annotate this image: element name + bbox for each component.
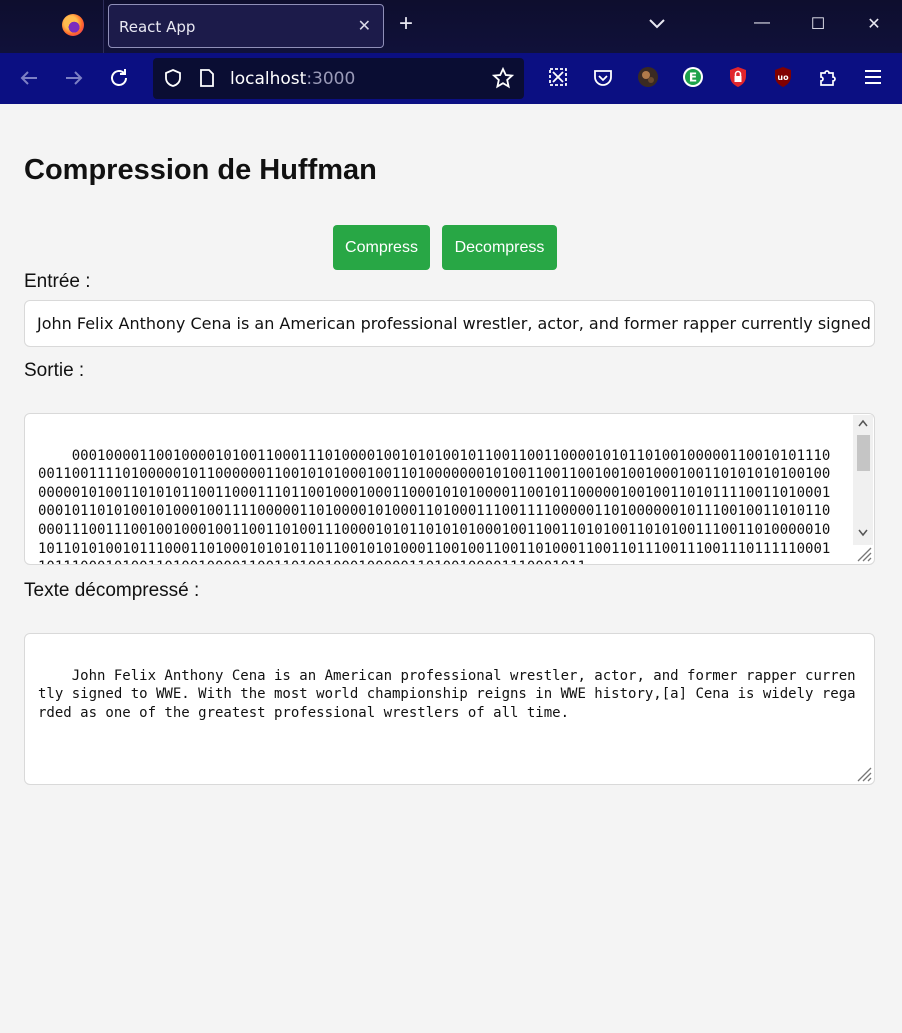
url-text[interactable]: localhost:3000 xyxy=(230,69,355,89)
reload-icon[interactable] xyxy=(108,67,130,89)
decompressed-label: Texte décompressé : xyxy=(24,580,200,601)
extension-e-icon[interactable]: E xyxy=(681,65,705,89)
output-text: 0001000011001000010100110001110100001001… xyxy=(38,447,831,564)
browser-nav-bar: localhost:3000 E uo xyxy=(0,53,902,104)
resize-grip-icon[interactable] xyxy=(854,544,872,562)
star-icon[interactable] xyxy=(492,67,514,89)
decompress-button[interactable]: Decompress xyxy=(442,225,557,270)
decompressed-textarea[interactable]: John Felix Anthony Cena is an American p… xyxy=(24,633,875,785)
pocket-icon[interactable] xyxy=(591,65,615,89)
scroll-thumb[interactable] xyxy=(857,435,870,471)
output-scrollbar[interactable] xyxy=(853,415,873,545)
tab-separator xyxy=(103,0,104,53)
extension-lock-icon[interactable] xyxy=(726,65,750,89)
browser-title-bar: React App ✕ + — ☐ ✕ xyxy=(0,0,902,53)
decompressed-text: John Felix Anthony Cena is an American p… xyxy=(38,667,856,721)
output-textarea[interactable]: 0001000011001000010100110001110100001001… xyxy=(24,413,875,565)
shield-icon[interactable] xyxy=(163,68,183,88)
compress-button[interactable]: Compress xyxy=(333,225,430,270)
page-content: Compression de Huffman Compress Decompre… xyxy=(0,104,902,1033)
minimize-button[interactable]: — xyxy=(750,14,774,36)
new-tab-button[interactable]: + xyxy=(399,11,413,37)
input-field[interactable]: John Felix Anthony Cena is an American p… xyxy=(24,300,875,347)
svg-text:E: E xyxy=(689,71,697,85)
ublock-icon[interactable]: uo xyxy=(771,65,795,89)
browser-tab[interactable]: React App ✕ xyxy=(108,4,384,48)
tab-close-icon[interactable]: ✕ xyxy=(358,16,371,36)
back-arrow-icon[interactable] xyxy=(18,67,40,89)
hamburger-menu-icon[interactable] xyxy=(861,65,885,89)
screenshot-icon[interactable] xyxy=(546,65,570,89)
close-window-button[interactable]: ✕ xyxy=(862,14,886,36)
output-label: Sortie : xyxy=(24,360,85,381)
url-bar[interactable]: localhost:3000 xyxy=(153,58,524,99)
page-icon xyxy=(200,69,214,87)
firefox-logo-icon xyxy=(62,14,84,36)
tab-title: React App xyxy=(119,18,196,36)
page-title: Compression de Huffman xyxy=(24,154,377,186)
resize-grip-icon[interactable] xyxy=(854,764,872,782)
scroll-up-icon[interactable] xyxy=(858,419,868,427)
restore-button[interactable]: ☐ xyxy=(806,14,830,36)
puzzle-icon[interactable] xyxy=(816,65,840,89)
chevron-down-icon[interactable] xyxy=(648,14,666,32)
svg-text:uo: uo xyxy=(777,73,789,82)
forward-arrow-icon[interactable] xyxy=(63,67,85,89)
input-label: Entrée : xyxy=(24,271,91,292)
extension-avatar-icon[interactable] xyxy=(636,65,660,89)
scroll-down-icon[interactable] xyxy=(858,529,868,537)
